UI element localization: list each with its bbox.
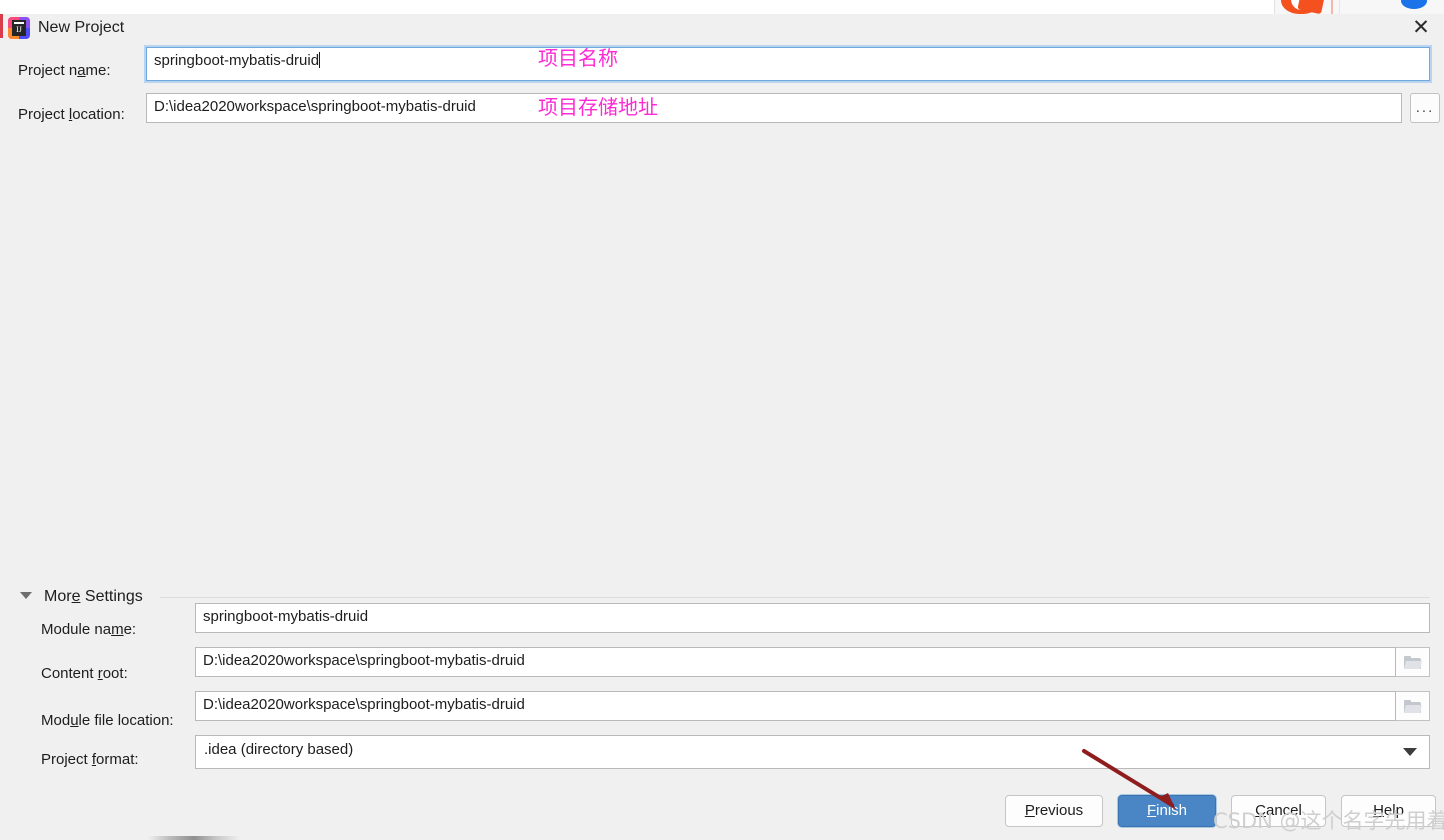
background-tab-divider-a [1331,0,1333,14]
module-name-value: springboot-mybatis-druid [203,608,369,625]
background-tab-divider-b [1339,0,1340,14]
titlebar-accent-stripe [0,14,3,38]
module-file-location-input[interactable]: D:\idea2020workspace\springboot-mybatis-… [195,691,1396,721]
background-browser-chrome [0,0,1444,15]
content-root-value: D:\idea2020workspace\springboot-mybatis-… [203,652,525,669]
project-format-label: Project format: [41,751,139,768]
new-project-dialog: IJ New Project ✕ Project name: springboo… [0,14,1444,840]
module-file-location-label: Module file location: [41,712,174,729]
module-name-label: Module name: [41,621,137,638]
intellij-idea-logo-icon: IJ [8,17,30,39]
project-location-label: Project location: [18,106,125,123]
close-icon[interactable]: ✕ [1404,14,1438,42]
folder-icon [1404,655,1422,669]
module-name-input[interactable]: springboot-mybatis-druid [195,603,1430,633]
project-name-value: springboot-mybatis-druid [154,52,320,69]
content-root-browse-button[interactable] [1396,647,1430,677]
screenshot-root: IJ New Project ✕ Project name: springboo… [0,0,1444,840]
module-file-location-value: D:\idea2020workspace\springboot-mybatis-… [203,696,525,713]
content-root-label: Content root: [41,665,128,682]
more-settings-divider [160,597,1430,598]
project-format-select[interactable]: .idea (directory based) [195,735,1430,769]
previous-button[interactable]: Previous [1005,795,1103,827]
project-location-value: D:\idea2020workspace\springboot-mybatis-… [154,98,476,115]
finish-button[interactable]: Finish [1118,795,1216,827]
content-root-input[interactable]: D:\idea2020workspace\springboot-mybatis-… [195,647,1396,677]
folder-icon [1404,699,1422,713]
text-caret [319,52,321,68]
dialog-titlebar: IJ New Project ✕ [0,14,1444,45]
more-settings-chevron-down-icon[interactable] [20,592,32,599]
project-location-annotation: 项目存储地址 [538,95,658,119]
more-settings-title[interactable]: More Settings [44,586,143,608]
project-location-input[interactable]: D:\idea2020workspace\springboot-mybatis-… [146,93,1402,123]
bottom-edge-artifact [148,836,240,840]
module-file-location-browse-button[interactable] [1396,691,1430,721]
browse-location-button[interactable]: ... [1410,93,1440,123]
ellipsis-icon: ... [1415,99,1435,116]
project-format-value: .idea (directory based) [204,741,354,758]
chevron-down-icon [1403,748,1417,756]
dialog-title: New Project [38,19,125,36]
project-name-annotation: 项目名称 [538,46,618,70]
csdn-watermark: CSDN @这个名字先用着 [1213,809,1444,833]
project-name-label: Project name: [18,62,111,79]
project-name-input[interactable]: springboot-mybatis-druid [146,47,1430,81]
